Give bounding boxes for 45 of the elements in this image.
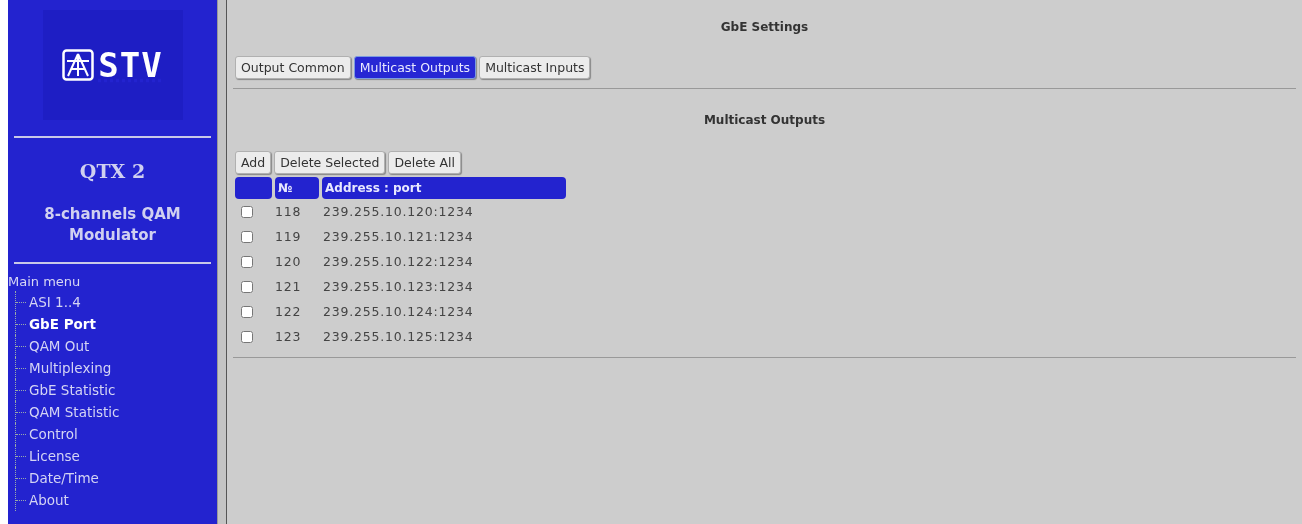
table-cell-text: 122 [275, 304, 303, 319]
row-checkbox[interactable] [241, 330, 253, 343]
menu-item[interactable]: About [29, 492, 69, 508]
table-cell-text: 118 [275, 204, 303, 219]
product-description: 8-channels QAM Modulator [43, 204, 182, 246]
page-title: GbE Settings [719, 20, 810, 34]
row-checkbox[interactable] [241, 205, 253, 218]
delete-selected-button[interactable]: Delete Selected [274, 151, 386, 174]
table-cell: 239.255.10.124:1234 [323, 304, 474, 319]
table-cell: 239.255.10.125:1234 [323, 329, 474, 344]
row-checkbox[interactable] [241, 280, 253, 293]
delete-all-button[interactable]: Delete All [388, 151, 461, 174]
menu-item[interactable]: Multiplexing [29, 360, 112, 376]
table-cell-text: 123 [275, 329, 303, 344]
menu-item[interactable]: License [29, 448, 80, 464]
table-cell: 239.255.10.121:1234 [323, 229, 474, 244]
section-title: Multicast Outputs [702, 113, 827, 127]
product-name: QTX 2 [78, 160, 147, 182]
tab[interactable]: Output Common [235, 56, 351, 79]
logo-icon [62, 49, 95, 81]
panel-splitter[interactable] [217, 0, 227, 524]
menu-title: Main menu [8, 274, 82, 289]
table-cell: 239.255.10.120:1234 [323, 204, 474, 219]
table-cell: 239.255.10.123:1234 [323, 279, 474, 294]
menu-item[interactable]: Date/Time [29, 470, 99, 486]
column-header [235, 177, 272, 199]
menu-item[interactable]: QAM Out [29, 338, 90, 354]
menu-item[interactable]: GbE Port [29, 316, 96, 332]
menu-item[interactable]: QAM Statistic [29, 404, 120, 420]
table-cell-text: 119 [275, 229, 303, 244]
tab[interactable]: Multicast Inputs [479, 56, 591, 79]
column-header: № [275, 177, 319, 199]
table-cell-text: 121 [275, 279, 303, 294]
add-button[interactable]: Add [235, 151, 272, 174]
table-cell: 239.255.10.122:1234 [323, 254, 474, 269]
menu-item[interactable]: GbE Statistic [29, 382, 116, 398]
row-checkbox[interactable] [241, 255, 253, 268]
menu-item[interactable]: ASI 1..4 [29, 294, 81, 310]
tab[interactable]: Multicast Outputs [353, 56, 477, 79]
logo-text: STV [98, 45, 163, 85]
menu-item[interactable]: Control [29, 426, 78, 442]
row-checkbox[interactable] [241, 230, 253, 243]
row-checkbox[interactable] [241, 305, 253, 318]
table-cell-text: 120 [275, 254, 303, 269]
column-header: Address : port [322, 177, 566, 199]
